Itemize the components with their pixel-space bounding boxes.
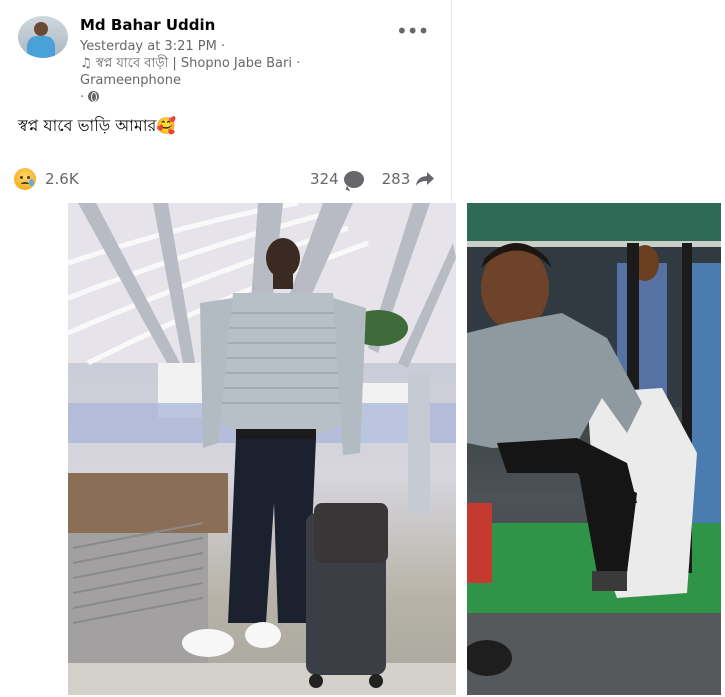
avatar[interactable] [18, 16, 68, 58]
airport-photo[interactable] [68, 203, 456, 695]
engagement-counts: 324 283 [310, 168, 435, 190]
cng-rickshaw-photo[interactable] [467, 203, 721, 695]
meta-separator: · [220, 39, 226, 54]
song-artist[interactable]: Grameenphone [80, 73, 181, 88]
avatar-shirt [27, 36, 55, 58]
globe-icon[interactable] [88, 91, 100, 102]
post-card: Md Bahar Uddin Yesterday at 3:21 PM · ♫ … [0, 0, 452, 202]
share-count[interactable]: 283 [382, 170, 411, 188]
rickshaw-photo-illustration [467, 203, 721, 695]
comment-count[interactable]: 324 [310, 170, 339, 188]
reactions-summary[interactable]: 2.6K [14, 168, 79, 190]
comment-icon[interactable] [343, 170, 364, 188]
song-line[interactable]: ♫ স্বপ্ন যাবে বাড়ী | Shopno Jabe Bari · [80, 55, 380, 72]
share-icon[interactable] [415, 171, 435, 187]
music-note-icon: ♫ [80, 56, 92, 71]
post-text: স্বপ্ন যাবে ভাড়ি আমার🥰 [18, 116, 177, 135]
post-meta: Yesterday at 3:21 PM · ♫ স্বপ্ন যাবে বাড… [80, 38, 380, 106]
reaction-count: 2.6K [45, 170, 79, 188]
privacy-separator: · [80, 90, 85, 105]
airport-photo-illustration [68, 203, 456, 695]
author-name[interactable]: Md Bahar Uddin [80, 16, 215, 34]
sad-emoji-icon [14, 168, 36, 190]
more-options-button[interactable]: ••• [396, 21, 429, 42]
avatar-head [34, 22, 48, 36]
post-timestamp[interactable]: Yesterday at 3:21 PM [80, 39, 217, 54]
song-title: স্বপ্ন যাবে বাড়ী | Shopno Jabe Bari · [95, 56, 301, 71]
